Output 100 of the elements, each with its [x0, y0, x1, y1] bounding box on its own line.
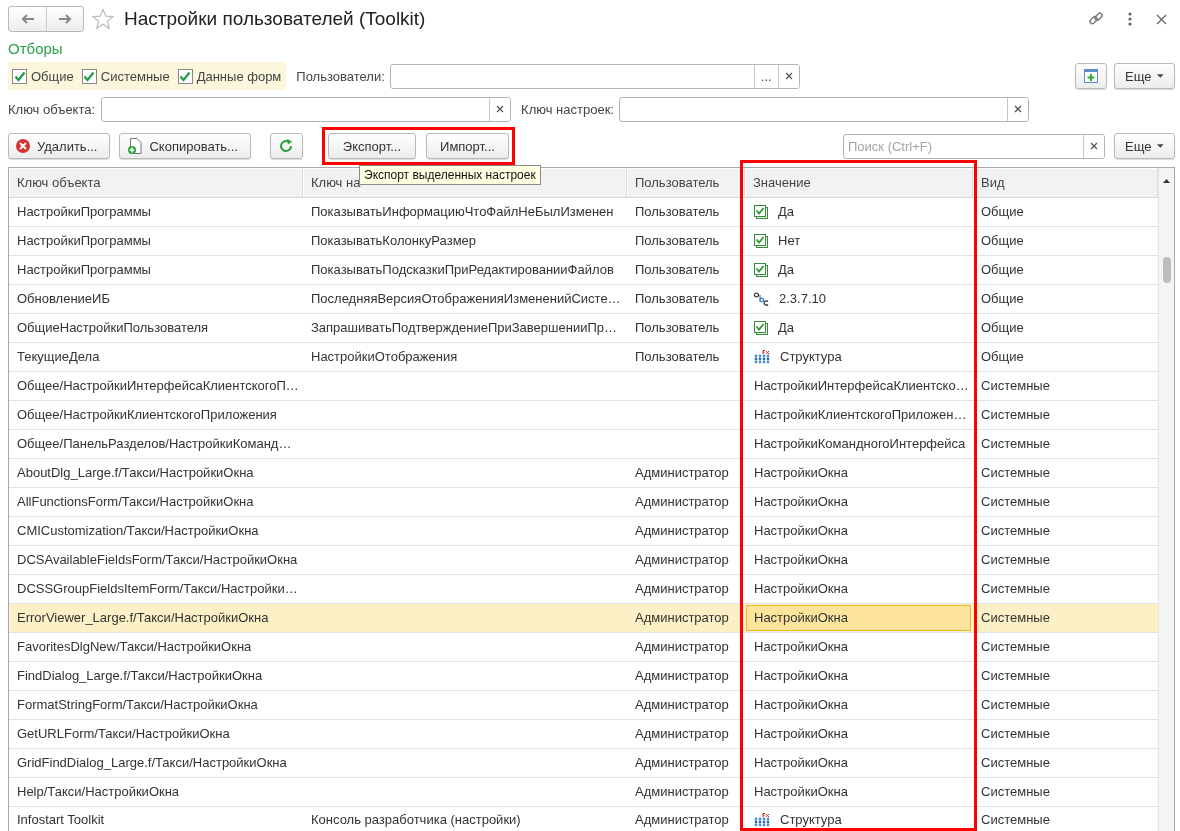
- table-cell: ПоказыватьПодсказкиПриРедактированииФайлов: [311, 263, 614, 277]
- table-cell: НастройкиОкна: [754, 669, 848, 683]
- focused-cell[interactable]: НастройкиОкна: [746, 605, 971, 631]
- search-field[interactable]: Поиск (Ctrl+F): [843, 133, 1105, 159]
- checkbox-icon: [754, 263, 768, 277]
- table-cell: Системные: [981, 582, 1050, 596]
- table-cell: Общие: [981, 234, 1024, 248]
- add-button[interactable]: [1075, 63, 1107, 89]
- table-cell: Администратор: [635, 495, 729, 509]
- table-cell: Администратор: [635, 785, 729, 799]
- table-cell: НастройкиОкна: [754, 698, 848, 712]
- table-cell: Пользователь: [635, 263, 720, 277]
- table-cell: Администратор: [635, 813, 729, 827]
- filter-checkbox[interactable]: Общие: [12, 68, 74, 84]
- table-cell: DCSAvailableFieldsForm/Такси/НастройкиОкна: [17, 553, 298, 567]
- refresh-button[interactable]: [269, 133, 303, 159]
- window-title: Настройки пользователей (Toolkit): [124, 8, 427, 30]
- settings-key-field[interactable]: [618, 96, 1029, 122]
- table-cell: Общее/НастройкиКлиентскогоПриложения: [17, 408, 277, 422]
- table-cell: НастройкиОкна: [754, 524, 848, 538]
- structure-icon: [754, 813, 770, 827]
- checkbox-icon: [754, 205, 768, 219]
- table-cell: Общие: [981, 292, 1024, 306]
- table-cell: Пользователь: [635, 292, 720, 306]
- table-cell: DCSSGroupFieldsItemForm/Такси/Настройки…: [17, 582, 298, 596]
- table-cell: НастройкиОкна: [754, 727, 848, 741]
- table-cell: Администратор: [635, 582, 729, 596]
- table-cell: GetURLForm/Такси/НастройкиОкна: [17, 727, 230, 741]
- import-button[interactable]: Импорт...: [425, 133, 509, 159]
- scroll-thumb[interactable]: [1162, 257, 1171, 283]
- filter-checkbox[interactable]: Данные форм: [177, 68, 282, 84]
- clear-icon: [1090, 142, 1098, 150]
- clear-button[interactable]: [1083, 134, 1104, 158]
- caret-icon: [1157, 144, 1164, 148]
- object-key-field[interactable]: [101, 96, 512, 122]
- selected-row[interactable]: ErrorViewer_Large.f/Такси/НастройкиОкна Администратор НастройкиОкна Системные: [9, 604, 1158, 633]
- checkbox-icon: [754, 321, 768, 335]
- search-input[interactable]: Поиск (Ctrl+F): [844, 134, 1083, 158]
- table-cell: НастройкиПрограммы: [17, 234, 151, 248]
- column-header[interactable]: Ключ объекта: [9, 168, 303, 197]
- star-icon[interactable]: [92, 8, 114, 30]
- table-cell: Администратор: [635, 698, 729, 712]
- table-cell: Системные: [981, 640, 1050, 654]
- table-cell: CMICustomization/Такси/НастройкиОкна: [17, 524, 259, 538]
- clear-button[interactable]: [777, 64, 799, 88]
- clear-icon: [496, 105, 505, 113]
- table-cell: НастройкиОкна: [754, 785, 848, 799]
- table-cell: Системные: [981, 437, 1050, 451]
- table-cell: FindDialog_Large.f/Такси/НастройкиОкна: [17, 669, 263, 683]
- more-button[interactable]: Еще: [1114, 133, 1175, 159]
- table-cell: Администратор: [635, 640, 729, 654]
- table-cell: Системные: [981, 813, 1050, 827]
- table-cell: НастройкиОкна: [754, 466, 848, 480]
- table-cell: Пользователь: [635, 234, 720, 248]
- users-field[interactable]: ...: [389, 63, 800, 89]
- table-cell: Системные: [981, 785, 1050, 799]
- refresh-icon: [279, 139, 294, 153]
- column-header[interactable]: Значение: [745, 168, 973, 197]
- field-label: Пользователи:: [296, 68, 385, 84]
- table-cell: Системные: [981, 495, 1050, 509]
- export-button[interactable]: Экспорт...: [327, 133, 416, 159]
- table-cell: Системные: [981, 524, 1050, 538]
- table-cell: НастройкиИнтерфейсаКлиентско…: [754, 379, 969, 393]
- check-icon: [179, 70, 192, 82]
- filter-checkbox[interactable]: Системные: [81, 68, 170, 84]
- table-cell: ЗапрашиватьПодтверждениеПриЗавершенииПр…: [311, 321, 617, 335]
- caret-icon: [1157, 74, 1164, 78]
- field-label: Ключ объекта:: [8, 101, 96, 117]
- table-cell: НастройкиПрограммы: [17, 205, 151, 219]
- table-cell: FavoritesDlgNew/Такси/НастройкиОкна: [17, 640, 252, 654]
- table-cell: Общие: [981, 263, 1024, 277]
- vertical-scrollbar[interactable]: [1158, 168, 1174, 831]
- tooltip: Экспорт выделенных настроек: [359, 165, 541, 185]
- clear-button[interactable]: [489, 97, 511, 121]
- table-cell: Администратор: [635, 669, 729, 683]
- menu-icon: [1128, 12, 1132, 26]
- structure-icon: [754, 350, 770, 364]
- table-cell: Пользователь: [635, 350, 720, 364]
- table-cell: Общее/НастройкиИнтерфейсаКлиентскогоП…: [17, 379, 299, 393]
- clear-icon: [1013, 105, 1022, 113]
- delete-button[interactable]: Удалить...: [8, 133, 111, 159]
- column-header[interactable]: Пользователь: [627, 168, 745, 197]
- table-cell: Системные: [981, 698, 1050, 712]
- table-cell: ПоказыватьКолонкуРазмер: [311, 234, 477, 248]
- table-cell: Системные: [981, 727, 1050, 741]
- field-label: Ключ настроек:: [521, 101, 614, 117]
- table-cell: Структура: [780, 350, 842, 364]
- table-cell: ТекущиеДела: [17, 350, 100, 364]
- table-cell: Системные: [981, 756, 1050, 770]
- string-type-icon: [754, 292, 769, 306]
- more-button[interactable]: Еще: [1114, 63, 1175, 89]
- table-cell: AllFunctionsForm/Такси/НастройкиОкна: [17, 495, 254, 509]
- table-cell: Администратор: [635, 611, 729, 625]
- copy-button[interactable]: Скопировать...: [119, 133, 251, 159]
- table-cell: AboutDlg_Large.f/Такси/НастройкиОкна: [17, 466, 254, 480]
- table-cell: Да: [778, 205, 795, 219]
- table-cell: Администратор: [635, 756, 729, 770]
- clear-button[interactable]: [1006, 97, 1028, 121]
- table-cell: Системные: [981, 379, 1050, 393]
- table-cell: НастройкиОкна: [754, 582, 848, 596]
